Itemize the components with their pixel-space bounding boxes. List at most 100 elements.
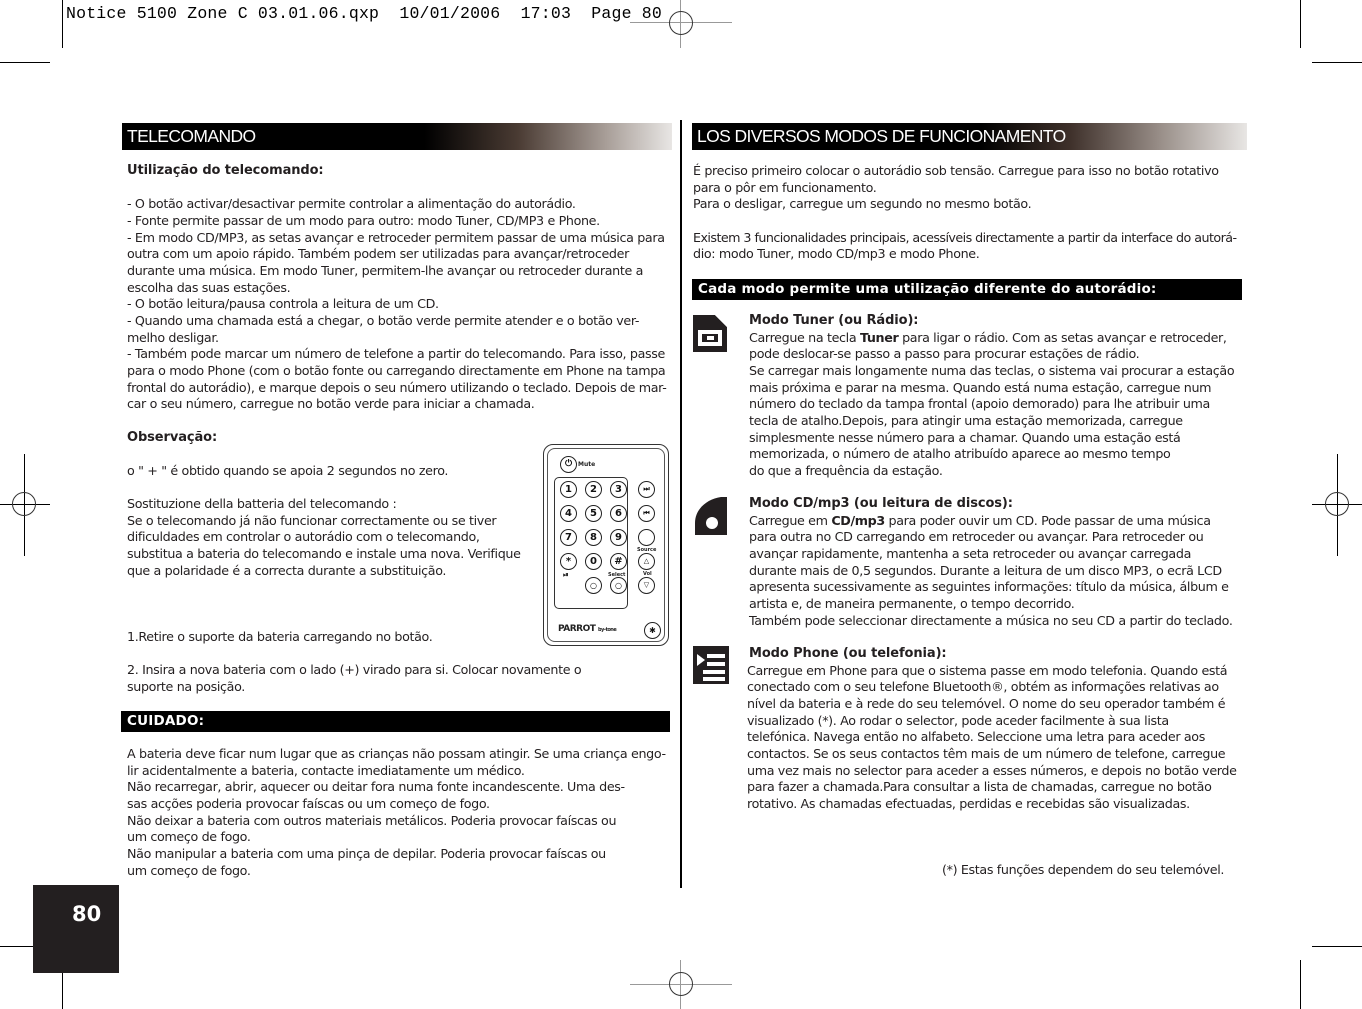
text-line: Não recarregar, abrir, aquecer ou deitar… <box>127 779 625 795</box>
text-line: Carregue em Phone para que o sistema pas… <box>747 662 1228 678</box>
usage-heading: Utilização do telecomando: <box>127 163 324 178</box>
step-1: 1.Retire o suporte da bateria carregando… <box>127 629 433 644</box>
column-divider <box>680 120 682 888</box>
text-line: memorizada, o número de atalho atribuído… <box>749 446 1171 462</box>
key-hash: # <box>610 553 627 570</box>
text-line: durante mais de 0,5 segundos. Durante a … <box>749 562 1222 578</box>
text-line: para fazer a chamada.Para consultar a li… <box>747 779 1212 795</box>
prev-track-icon: ⏮ <box>638 505 655 522</box>
text-line: Carregue em CD/mp3 para poder ouvir um C… <box>749 513 1249 530</box>
crop-mark <box>1312 946 1362 947</box>
text-line: visualizado (*). Ao rodar o selector, po… <box>747 712 1169 728</box>
text-line: nível da bateria e à rede do seu telemóv… <box>747 695 1226 711</box>
text-line: 2. Insira a nova bateria com o lado (+) … <box>127 662 582 677</box>
key-8: 8 <box>585 529 602 546</box>
crop-mark <box>62 0 63 48</box>
text-line: para outra no CD carregando em retrocede… <box>749 529 1204 545</box>
key-3: 3 <box>610 481 627 498</box>
key-0: 0 <box>585 553 602 570</box>
remote-control-illustration: ⏻ Mute 1 2 3 4 5 6 7 8 9 * 0 # ⏯ Select … <box>543 444 669 646</box>
text-line: do que a frequência da estação. <box>749 462 943 478</box>
crop-mark <box>1300 0 1301 48</box>
key-5: 5 <box>585 505 602 522</box>
text-line: Carregue na tecla Tuner para ligar o rád… <box>749 330 1249 347</box>
text-line: Também pode seleccionar directamente a m… <box>749 612 1233 628</box>
text-line: avançar rapidamente, mantenha a seta ret… <box>749 545 1191 561</box>
text-line: número do teclado da tampa frontal (apoi… <box>749 396 1210 412</box>
key-1: 1 <box>560 481 577 498</box>
brand-sub: by-tone <box>598 627 617 633</box>
brand-name: PARROT <box>558 624 596 634</box>
mode-tuner: Modo Tuner (ou Rádio): Carregue na tecla… <box>749 313 1249 480</box>
text-line: Não manipular a bateria com uma pinça de… <box>127 845 606 861</box>
key-7: 7 <box>560 529 577 546</box>
mode-heading: Modo Phone (ou telefonia): <box>749 646 947 661</box>
text-line: Se carregar mais longamente numa das tec… <box>749 362 1235 378</box>
text-line: Para o desligar, carregue um segundo no … <box>693 196 1032 212</box>
registration-mark-bottom <box>630 960 732 1009</box>
mode-heading: Modo Tuner (ou Rádio): <box>749 313 919 328</box>
text-line: - Também pode marcar um número de telefo… <box>127 346 665 362</box>
text-span: para ligar o rádio. Com as setas avançar… <box>898 329 1227 345</box>
green-button-icon: ○ <box>585 577 602 594</box>
registration-mark-top <box>630 0 732 48</box>
caution-bar: CUIDADO: <box>121 711 670 732</box>
mode-phone: Modo Phone (ou telefonia): Carregue em P… <box>747 646 1247 813</box>
text-line: lir acidentalmente a bateria, contacte i… <box>127 762 525 778</box>
text-line: durante uma música. Em modo Tuner, permi… <box>127 262 644 278</box>
text-line: outra com um apoio rápido. Também podem … <box>127 246 629 262</box>
text-line: A bateria deve ficar num lugar que as cr… <box>127 746 666 761</box>
volume-down-icon: ▽ <box>638 577 655 594</box>
file-slug: Notice 5100 Zone C 03.01.06.qxp 10/01/20… <box>66 4 662 23</box>
text-span: para poder ouvir um CD. Pode passar de u… <box>884 512 1212 528</box>
key-name: CD/mp3 <box>831 512 885 528</box>
key-6: 6 <box>610 505 627 522</box>
text-line: pode deslocar-se passo a passo para proc… <box>749 346 1140 362</box>
text-line: suporte na posição. <box>127 678 245 694</box>
text-line: mais próxima e parar na mesma. Quando es… <box>749 379 1212 395</box>
text-line: - Quando uma chamada está a chegar, o bo… <box>127 312 640 328</box>
text-line: artista e, de maneira permanente, o temp… <box>749 595 1075 611</box>
text-line: dio: modo Tuner, modo CD/mp3 e modo Phon… <box>693 246 980 262</box>
crop-mark <box>1312 62 1362 63</box>
text-line: apresenta sucessivamente as seguintes in… <box>749 579 1229 595</box>
registration-mark-left <box>0 454 50 556</box>
text-span: Carregue na tecla <box>749 329 860 345</box>
key-4: 4 <box>560 505 577 522</box>
text-line: rotativo. As chamadas efectuadas, perdid… <box>747 795 1190 811</box>
key-2: 2 <box>585 481 602 498</box>
intro-text: É preciso primeiro colocar o autorádio s… <box>693 163 1243 263</box>
mute-label: Mute <box>578 461 596 468</box>
step-2: 2. Insira a nova bateria com o lado (+) … <box>127 662 672 695</box>
text-span: Carregue em <box>749 512 832 528</box>
key-9: 9 <box>610 529 627 546</box>
text-line: um começo de fogo. <box>127 862 251 878</box>
modes-bar: Cada modo permite uma utilização diferen… <box>692 279 1242 300</box>
registration-mark-right <box>1312 454 1362 556</box>
text-line: - Fonte permite passar de um modo para o… <box>127 212 600 228</box>
mode-cd: Modo CD/mp3 (ou leitura de discos): Carr… <box>749 496 1249 629</box>
play-pause-icon: ⏯ <box>563 571 569 579</box>
text-line: frontal do autorádio), e marque depois o… <box>127 379 667 395</box>
text-line: Não deixar a bateria com outros materiai… <box>127 812 617 828</box>
text-line: telefónica. Navega então no alfabeto. Se… <box>747 729 1205 745</box>
section-title-modes: LOS DIVERSOS MODOS DE FUNCIONAMENTO <box>692 123 1247 150</box>
text-line: para o modo Phone (com o botão fonte ou … <box>127 362 666 378</box>
volume-up-icon: △ <box>638 553 655 570</box>
text-line: contactos. Se os seus contactos têm mais… <box>747 745 1226 761</box>
text-line: - O botão leitura/pausa controla a leitu… <box>127 296 439 312</box>
phone-icon <box>693 646 729 684</box>
cd-icon <box>693 497 729 535</box>
page-number: 80 <box>72 902 102 926</box>
crop-mark <box>0 62 50 63</box>
next-track-icon: ⏭ <box>638 481 655 498</box>
bluetooth-icon: ✱ <box>644 622 661 639</box>
key-name: Tuner <box>859 329 899 345</box>
source-button-icon <box>638 529 655 546</box>
tuner-icon <box>693 315 727 352</box>
text-line: - O botão activar/desactivar permite con… <box>127 196 576 212</box>
text-line: melho desligar. <box>127 329 219 345</box>
text-line: sas acções poderia provocar faíscas ou u… <box>127 795 490 811</box>
text-line: Existem 3 funcionalidades principais, ac… <box>693 229 1237 245</box>
text-line: para o pôr em funcionamento. <box>693 179 877 195</box>
